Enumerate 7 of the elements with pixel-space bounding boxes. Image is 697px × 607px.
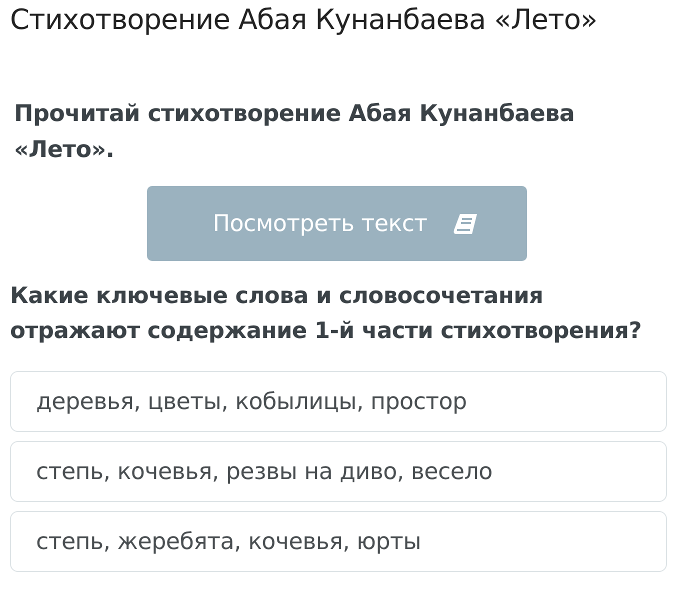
answer-option[interactable]: степь, кочевья, резвы на диво, весело [10,441,667,502]
instruction-text: Прочитай стихотворение Абая Кунанбаева «Лето». [14,100,576,165]
answer-option[interactable]: степь, жеребята, кочевья, юрты [10,511,667,572]
answer-option[interactable]: деревья, цветы, кобылицы, простор [10,371,667,432]
page-title: Стихотворение Абая Кунанбаева «Лето» [10,2,598,38]
book-icon [453,212,480,236]
question-text: Какие ключевые слова и словосочетания отражают содержание 1-й части стихотворения? [10,282,642,346]
